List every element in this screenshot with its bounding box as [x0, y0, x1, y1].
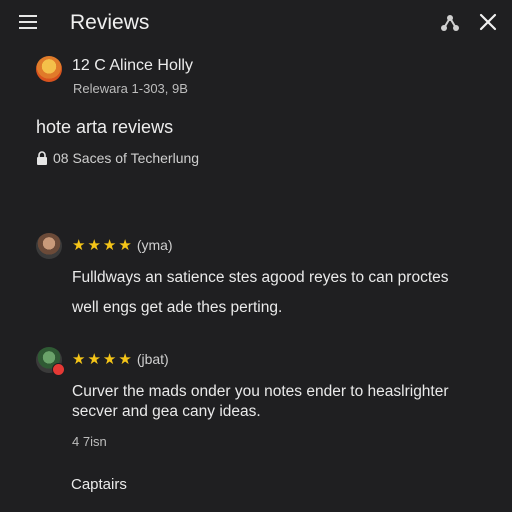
- star-icon: ★: [72, 237, 88, 254]
- app-bar: Reviews: [0, 0, 512, 46]
- place-name: 12 C Alince Holly: [72, 57, 193, 74]
- notification-badge: [52, 363, 65, 376]
- footer-link[interactable]: Captairs: [71, 476, 127, 493]
- review-item: ★★★★ (jbat) Curver the mads onder you not…: [36, 347, 496, 457]
- review-text-line: Curver the mads onder you notes ender to…: [72, 383, 449, 400]
- star-icon: ★: [87, 237, 103, 254]
- avatar[interactable]: [36, 233, 62, 259]
- review-text-line: Fulldways an satience stes agood reyes t…: [72, 269, 449, 286]
- share-icon[interactable]: [440, 13, 460, 33]
- section-subtitle-row: 08 Saces of Techerlung: [36, 150, 199, 166]
- rating-label: (jbat): [136, 351, 169, 367]
- place-header[interactable]: 12 C Alince Holly Relewara 1-303, 9B: [36, 54, 476, 104]
- star-icon: ★: [87, 351, 103, 368]
- page-title: Reviews: [70, 11, 150, 34]
- star-rating: ★★★★ (jbat): [72, 350, 169, 368]
- rating-label: (yma): [136, 237, 173, 253]
- star-icon: ★: [102, 351, 119, 368]
- review-text-line: well engs get ade thes perting.: [72, 299, 283, 316]
- review-item: ★★★★ (yma) Fulldways an satience stes ago…: [36, 233, 496, 333]
- review-text-line: secver and gea cany ideas.: [72, 403, 261, 420]
- star-rating: ★★★★ (yma): [72, 236, 173, 254]
- star-icon: ★: [118, 351, 134, 368]
- place-avatar: [36, 56, 62, 82]
- menu-icon[interactable]: [19, 15, 37, 29]
- place-subtitle: Relewara 1-303, 9B: [73, 81, 188, 96]
- close-icon[interactable]: [478, 12, 498, 32]
- star-icon: ★: [102, 237, 119, 254]
- section-subtitle: 08 Saces of Techerlung: [53, 150, 200, 166]
- lock-icon: [37, 151, 47, 165]
- section-title: hote arta reviews: [36, 117, 174, 137]
- review-meta: 4 7isn: [72, 434, 107, 449]
- star-icon: ★: [118, 237, 134, 254]
- star-icon: ★: [72, 351, 88, 368]
